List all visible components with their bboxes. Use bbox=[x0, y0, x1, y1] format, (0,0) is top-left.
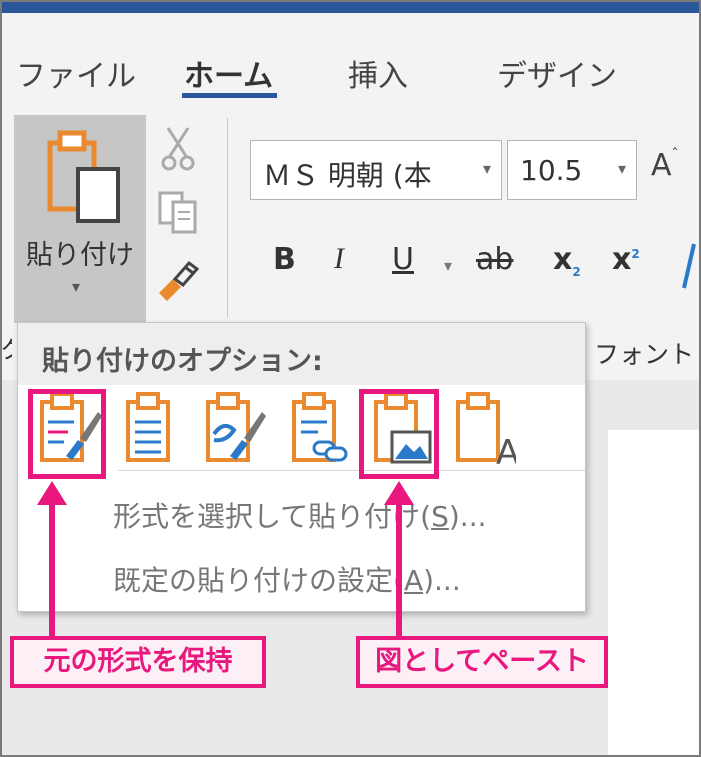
subscript-label: x bbox=[553, 242, 573, 277]
keep-text-only-icon[interactable]: A bbox=[452, 390, 516, 466]
tab-home[interactable]: ホーム bbox=[184, 51, 273, 95]
paste-special-accel: S bbox=[431, 500, 449, 533]
use-destination-styles-icon[interactable] bbox=[202, 390, 266, 466]
paste-options-header: 貼り付けのオプション: bbox=[18, 323, 585, 385]
copy-icon[interactable] bbox=[157, 190, 201, 236]
paste-options-title: 貼り付けのオプション: bbox=[42, 346, 323, 377]
bold-button[interactable]: B bbox=[273, 242, 296, 277]
font-size-combo[interactable]: 10.5 ▾ bbox=[507, 140, 637, 200]
paste-special-tail: )... bbox=[448, 500, 487, 533]
merge-formatting-icon[interactable] bbox=[120, 390, 184, 466]
underline-button[interactable]: U bbox=[392, 242, 414, 277]
italic-button[interactable]: I bbox=[334, 242, 344, 276]
keep-source-callout: 元の形式を保持 bbox=[10, 636, 266, 688]
set-default-paste-label: 既定の貼り付けの設定( bbox=[113, 564, 404, 597]
underline-dropdown-caret[interactable]: ▾ bbox=[444, 256, 452, 275]
window-title-bar bbox=[0, 0, 701, 13]
cut-icon[interactable] bbox=[160, 126, 196, 172]
set-default-paste-accel: A bbox=[403, 564, 424, 597]
font-size-value: 10.5 bbox=[520, 154, 583, 187]
picture-paste-highlight bbox=[359, 389, 439, 479]
superscript-label: x bbox=[612, 242, 632, 277]
clipboard-group-label: ク bbox=[0, 330, 12, 370]
picture-paste-arrow-head bbox=[384, 481, 414, 505]
font-group-label: フォント bbox=[594, 340, 695, 369]
tab-design[interactable]: デザイン bbox=[497, 51, 617, 95]
link-paste-icon[interactable] bbox=[288, 390, 352, 466]
ribbon-tab-bar: ファイル ホーム 挿入 デザイン bbox=[0, 13, 701, 105]
document-page[interactable] bbox=[608, 430, 701, 757]
active-tab-indicator bbox=[182, 93, 277, 98]
format-painter-icon[interactable] bbox=[155, 255, 203, 303]
font-name-combo[interactable]: ＭＳ 明朝 (本 ▾ bbox=[250, 140, 502, 200]
superscript-button[interactable]: x2 bbox=[612, 242, 640, 277]
chevron-down-icon[interactable]: ▾ bbox=[483, 159, 491, 178]
clipboard-paste-icon bbox=[47, 130, 120, 223]
strikethrough-button[interactable]: ab bbox=[476, 242, 513, 277]
tab-file[interactable]: ファイル bbox=[16, 51, 136, 95]
paste-special-item[interactable]: 形式を選択して貼り付け(S)... bbox=[113, 495, 487, 535]
keep-source-highlight bbox=[28, 389, 106, 479]
grow-font-button[interactable]: Aˆ bbox=[651, 147, 679, 183]
paste-label: 貼り付け bbox=[26, 240, 134, 271]
font-name-value: ＭＳ 明朝 (本 bbox=[263, 159, 432, 192]
chevron-down-icon[interactable]: ▾ bbox=[618, 159, 626, 178]
set-default-paste-tail: )... bbox=[423, 564, 461, 597]
keep-source-arrow bbox=[49, 503, 55, 637]
tab-insert[interactable]: 挿入 bbox=[348, 51, 408, 95]
subscript-button[interactable]: x2 bbox=[553, 242, 581, 279]
text-effects-icon[interactable] bbox=[682, 236, 701, 296]
svg-text:A: A bbox=[496, 433, 516, 466]
set-default-paste-item[interactable]: 既定の貼り付けの設定(A)... bbox=[113, 559, 461, 599]
ribbon-group-separator bbox=[227, 118, 228, 318]
menu-separator bbox=[118, 470, 585, 471]
paste-as-picture-callout: 図としてペースト bbox=[356, 636, 608, 688]
paste-dropdown-caret[interactable]: ▾ bbox=[72, 277, 80, 296]
keep-source-arrow-head bbox=[37, 481, 67, 505]
grow-font-label: A bbox=[651, 148, 672, 183]
paste-button[interactable]: 貼り付け ▾ bbox=[14, 115, 146, 323]
picture-paste-arrow bbox=[396, 503, 402, 637]
